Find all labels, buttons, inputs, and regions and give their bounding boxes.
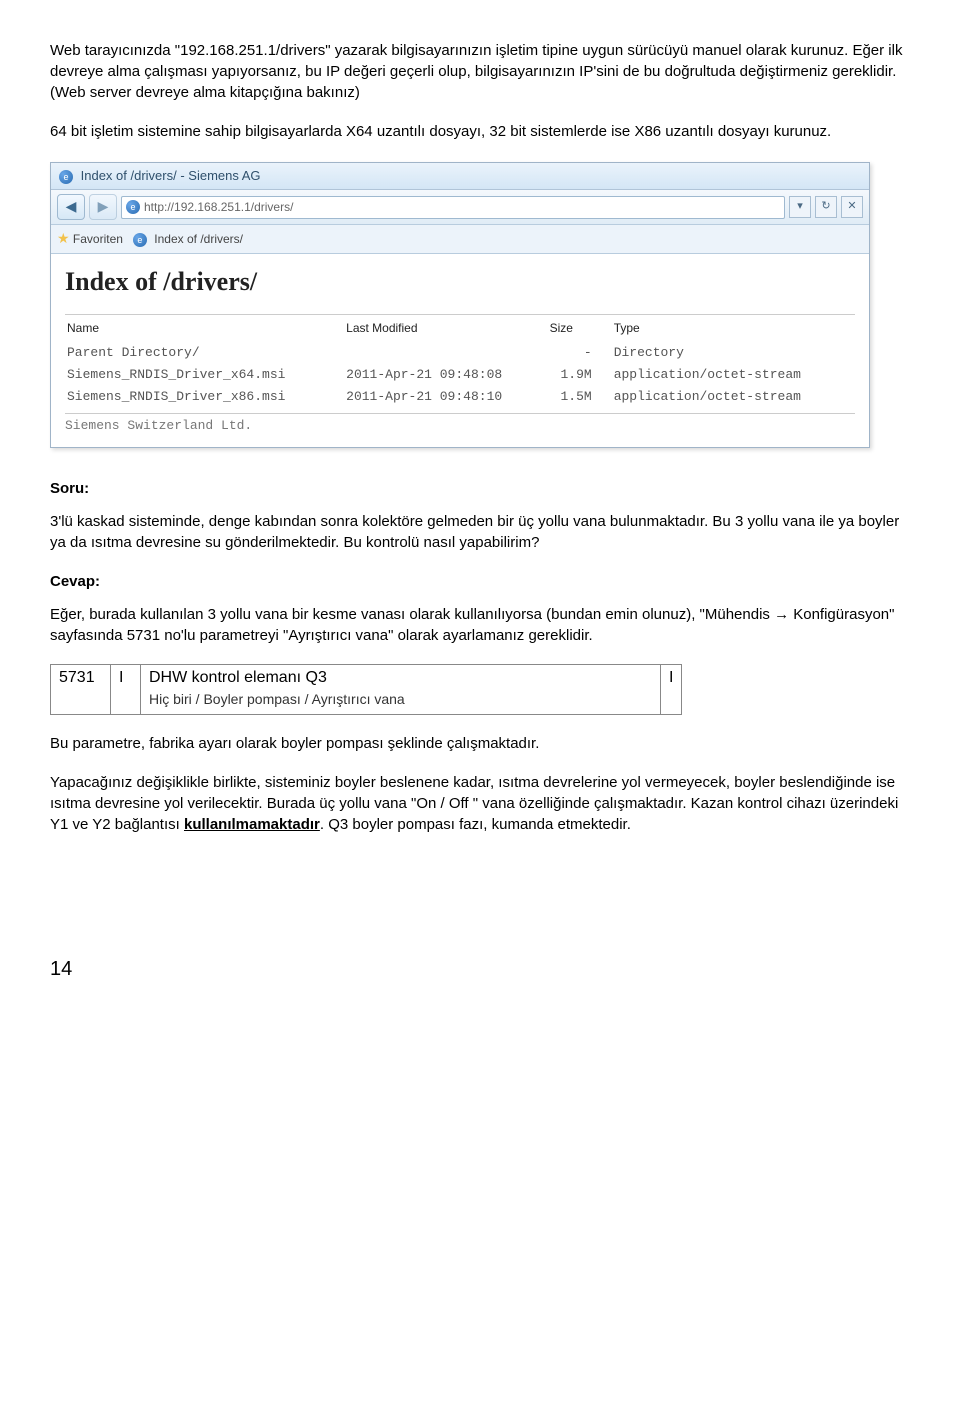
after-para-2: Yapacağınız değişiklikle birlikte, siste… (50, 772, 910, 835)
cevap-label: Cevap: (50, 571, 910, 592)
forward-button[interactable]: ▶ (89, 194, 117, 220)
ie-logo-icon: e (59, 170, 73, 184)
after2-underlined: kullanılmamaktadır (184, 816, 320, 833)
param-row: 5731 I DHW kontrol elemanı Q3 Hiç biri /… (51, 664, 682, 714)
back-button[interactable]: ◀ (57, 194, 85, 220)
cell-type: application/octet-stream (614, 387, 853, 407)
table-row: Siemens_RNDIS_Driver_x64.msi 2011-Apr-21… (67, 365, 853, 385)
directory-listing: Name Last Modified Size Type Parent Dire… (65, 318, 855, 409)
star-icon: ★ (57, 230, 70, 246)
col-type: Type (614, 320, 853, 341)
chevron-down-icon: ▾ (797, 199, 803, 214)
page-number: 14 (50, 955, 910, 983)
cell-mod: 2011-Apr-21 09:48:08 (346, 365, 547, 385)
parameter-table: 5731 I DHW kontrol elemanı Q3 Hiç biri /… (50, 664, 682, 715)
col-modified: Last Modified (346, 320, 547, 341)
server-footer: Siemens Switzerland Ltd. (65, 417, 855, 435)
divider (65, 314, 855, 315)
cell-mod (346, 343, 547, 363)
soru-label: Soru: (50, 478, 910, 499)
param-blank: I (661, 664, 682, 714)
param-desc: DHW kontrol elemanı Q3 Hiç biri / Boyler… (141, 664, 661, 714)
favorites-bar: ★ Favoriten e Index of /drivers/ (51, 225, 869, 254)
cell-name[interactable]: Parent Directory/ (67, 343, 344, 363)
table-row: Parent Directory/ - Directory (67, 343, 853, 363)
dropdown-button[interactable]: ▾ (789, 196, 811, 218)
cell-mod: 2011-Apr-21 09:48:10 (346, 387, 547, 407)
param-title: DHW kontrol elemanı Q3 (149, 669, 327, 686)
page-content: Index of /drivers/ Name Last Modified Si… (51, 254, 869, 447)
tab-item[interactable]: e Index of /drivers/ (133, 231, 243, 248)
param-options: Hiç biri / Boyler pompası / Ayrıştırıcı … (149, 691, 405, 707)
tab-page-icon: e (133, 233, 147, 247)
cell-size: 1.9M (550, 365, 612, 385)
intro-paragraph-2: 64 bit işletim sistemine sahip bilgisaya… (50, 121, 910, 142)
browser-screenshot: e Index of /drivers/ - Siemens AG ◀ ▶ e … (50, 162, 870, 448)
refresh-button[interactable]: ↻ (815, 196, 837, 218)
close-icon: ✕ (847, 199, 856, 214)
browser-toolbar: ◀ ▶ e http://192.168.251.1/drivers/ ▾ ↻ … (51, 190, 869, 225)
url-text: http://192.168.251.1/drivers/ (144, 199, 293, 216)
cevap-body: Eğer, burada kullanılan 3 yollu vana bir… (50, 604, 910, 646)
param-flag: I (111, 664, 141, 714)
soru-body: 3'lü kaskad sisteminde, denge kabından s… (50, 511, 910, 553)
page-icon: e (126, 200, 140, 214)
cell-size: 1.5M (550, 387, 612, 407)
address-bar[interactable]: e http://192.168.251.1/drivers/ (121, 196, 785, 219)
intro-paragraph-1: Web tarayıcınızda "192.168.251.1/drivers… (50, 40, 910, 103)
cell-name[interactable]: Siemens_RNDIS_Driver_x64.msi (67, 365, 344, 385)
cell-name[interactable]: Siemens_RNDIS_Driver_x86.msi (67, 387, 344, 407)
stop-button[interactable]: ✕ (841, 196, 863, 218)
divider (65, 413, 855, 414)
cell-type: Directory (614, 343, 853, 363)
param-code: 5731 (51, 664, 111, 714)
arrow-left-icon: ◀ (66, 197, 77, 217)
window-title: Index of /drivers/ - Siemens AG (81, 168, 261, 183)
tab-label: Index of /drivers/ (154, 232, 243, 246)
window-titlebar: e Index of /drivers/ - Siemens AG (51, 163, 869, 190)
cell-type: application/octet-stream (614, 365, 853, 385)
after-para-1: Bu parametre, fabrika ayarı olarak boyle… (50, 733, 910, 754)
refresh-icon: ↻ (821, 199, 830, 214)
table-row: Siemens_RNDIS_Driver_x86.msi 2011-Apr-21… (67, 387, 853, 407)
col-name: Name (67, 320, 344, 341)
after2-part-c: . Q3 boyler pompası fazı, kumanda etmekt… (320, 816, 631, 833)
favorites-label[interactable]: ★ Favoriten (57, 229, 123, 249)
arrow-right-icon: ▶ (98, 197, 109, 217)
favorites-text: Favoriten (73, 232, 123, 246)
table-header-row: Name Last Modified Size Type (67, 320, 853, 341)
col-size: Size (550, 320, 612, 341)
cell-size: - (550, 343, 612, 363)
index-heading: Index of /drivers/ (65, 264, 855, 300)
